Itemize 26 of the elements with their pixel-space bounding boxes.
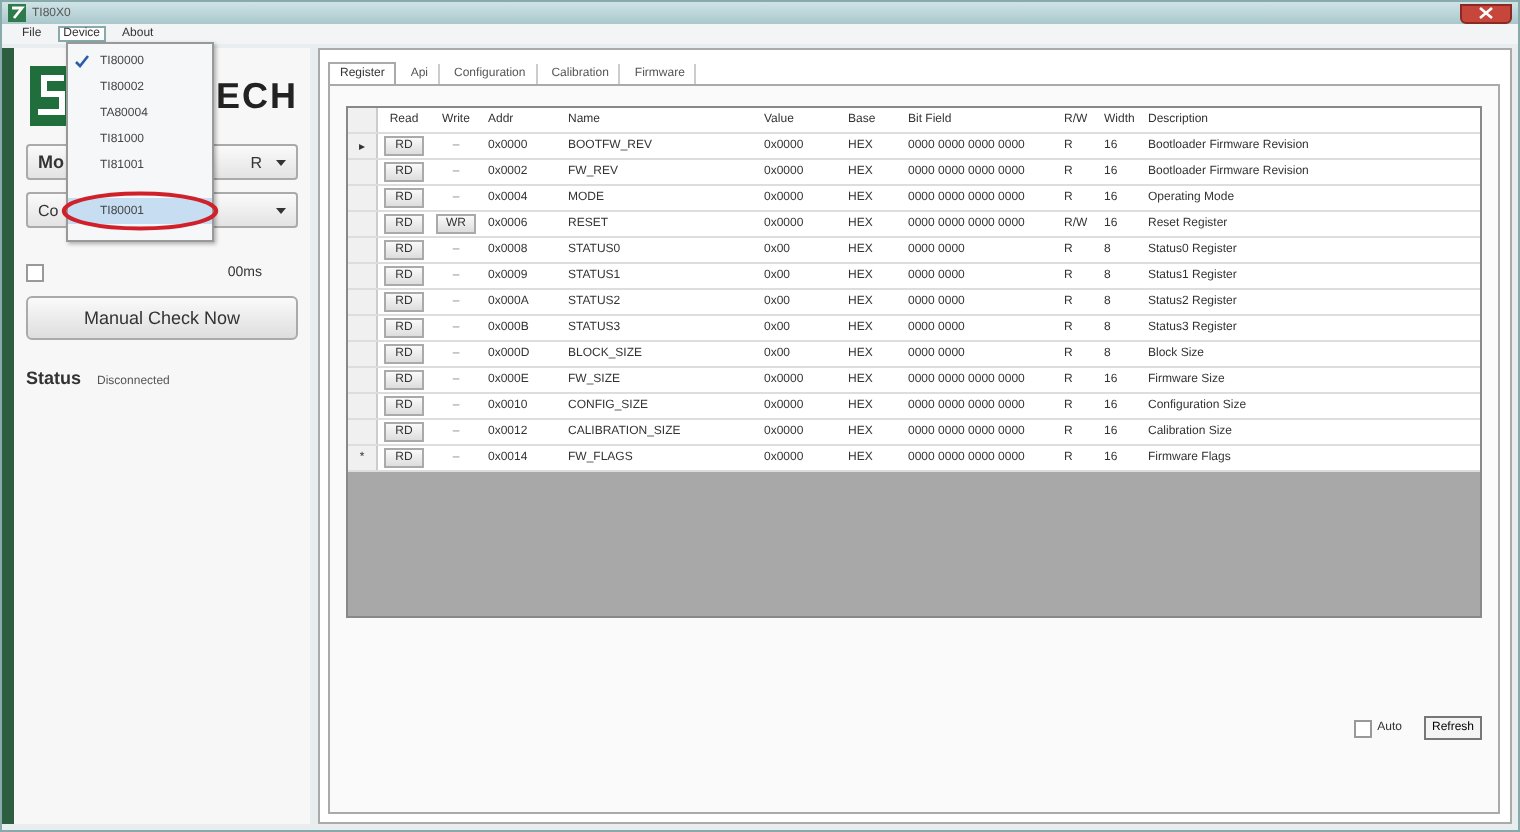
poll-checkbox[interactable]: [26, 263, 44, 281]
caret-icon: [276, 159, 286, 165]
row-header[interactable]: [348, 342, 378, 366]
logo-text: ECH: [215, 75, 298, 117]
row-header[interactable]: [348, 264, 378, 288]
checkmark-icon: [74, 54, 90, 68]
row-header[interactable]: [348, 420, 378, 444]
row-header: [348, 108, 378, 132]
row-header[interactable]: [348, 212, 378, 236]
auto-checkbox[interactable]: [1353, 719, 1372, 737]
row-header[interactable]: [348, 368, 378, 392]
close-icon: [1478, 6, 1494, 20]
row-header[interactable]: [348, 160, 378, 184]
status-label: Status: [26, 368, 82, 388]
mode-label: Mo: [38, 152, 64, 172]
port-label: Co: [38, 201, 59, 219]
row-header[interactable]: [348, 290, 378, 314]
row-header[interactable]: [348, 238, 378, 262]
caret-icon: [276, 207, 286, 213]
app-icon: [8, 4, 26, 22]
manual-check-button[interactable]: Manual Check Now: [26, 296, 298, 340]
row-header[interactable]: [348, 394, 378, 418]
mode-value: R: [250, 153, 264, 171]
row-header[interactable]: [348, 186, 378, 210]
row-header[interactable]: [348, 316, 378, 340]
close-button[interactable]: [1460, 3, 1512, 23]
